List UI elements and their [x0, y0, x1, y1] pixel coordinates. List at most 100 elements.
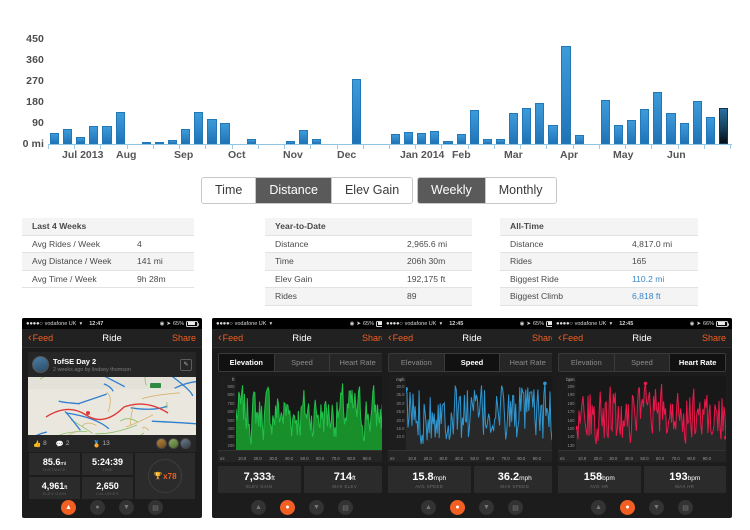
activity-icon[interactable]: ▲ [591, 500, 606, 515]
profile-icon[interactable]: ▤ [338, 500, 353, 515]
chart-bar[interactable] [194, 112, 204, 144]
profile-icon[interactable]: ▤ [148, 500, 163, 515]
chart-y-tick-label: 360 [26, 53, 44, 66]
chart-bar[interactable] [430, 131, 440, 144]
chart-bar[interactable] [574, 134, 584, 144]
chart-bar[interactable] [63, 128, 73, 144]
clock-label: 12:45 [449, 320, 464, 327]
chart-bar[interactable] [627, 120, 637, 144]
tab-elevation[interactable]: Elevation [559, 354, 615, 371]
participant-avatars[interactable] [156, 438, 191, 449]
chart-bar[interactable] [351, 78, 361, 144]
segment-time[interactable]: Time [202, 178, 257, 203]
graph-y-tick: 130 [567, 442, 575, 448]
chart-bar[interactable] [417, 133, 427, 144]
achievements-badge[interactable]: 🏆 x78 [134, 452, 196, 500]
phone-screenshot: ●●●●○ vodafone UK ▾ ◉ ➤ 65% ‹ Feed Ride … [212, 318, 392, 518]
profile-icon[interactable]: ▤ [678, 500, 693, 515]
record-icon[interactable]: ● [280, 500, 295, 515]
chart-bar[interactable] [705, 116, 715, 144]
chart-bar[interactable] [535, 103, 545, 144]
chart-bar[interactable] [220, 122, 230, 144]
tab-elevation[interactable]: Elevation [389, 354, 445, 371]
chart-bar[interactable] [548, 124, 558, 144]
stat-number: 4,961 [41, 481, 65, 491]
detail-graph[interactable]: ft 900 800 700 600 500 400 300 200 mi 10.0 20.0 30.… [218, 376, 386, 462]
achievement-count[interactable]: 🏅 13 [92, 440, 109, 448]
segment-distance[interactable]: Distance [256, 178, 332, 203]
back-to-feed-button[interactable]: ‹ Feed [558, 332, 583, 344]
chart-bar[interactable] [640, 109, 650, 144]
chart-bar[interactable] [49, 133, 60, 144]
chart-bar[interactable] [115, 112, 125, 144]
back-to-feed-button[interactable]: ‹ Feed [28, 332, 53, 344]
stats-row-value[interactable]: 110.2 mi [632, 274, 664, 284]
share-button[interactable]: Share [702, 333, 726, 343]
segment-weekly[interactable]: Weekly [418, 178, 486, 203]
segment-monthly[interactable]: Monthly [485, 178, 556, 203]
chart-y-tick-label: 0 mi [22, 138, 44, 150]
chart-bar[interactable] [692, 101, 702, 144]
share-button[interactable]: Share [172, 333, 196, 343]
profile-icon[interactable]: ▤ [508, 500, 523, 515]
chart-bar[interactable] [600, 99, 610, 144]
chart-bar[interactable] [390, 133, 401, 144]
chart-bar[interactable] [679, 122, 689, 144]
chart-bar[interactable] [76, 136, 86, 144]
graph-x-tick: 10.0 [238, 455, 247, 461]
record-icon[interactable]: ● [620, 500, 635, 515]
chart-bar[interactable] [718, 107, 729, 144]
tab-heart-rate[interactable]: Heart Rate [330, 354, 385, 371]
chart-bar[interactable] [299, 130, 309, 144]
record-icon[interactable]: ● [90, 500, 105, 515]
chart-bar[interactable] [89, 126, 99, 144]
chart-bar[interactable] [102, 126, 112, 144]
detail-graph[interactable]: bpm 200 190 180 170 160 150 140 130 mi 10.0 20.0 30… [558, 376, 726, 462]
chart-bar[interactable] [561, 46, 571, 144]
achievement-value: 13 [102, 440, 110, 447]
chart-bar[interactable] [666, 112, 676, 144]
kudos-count[interactable]: 👍 8 [33, 440, 47, 448]
stats-row-value[interactable]: 6,818 ft [632, 291, 661, 301]
graph-x-tick: 80.0 [347, 455, 356, 461]
chart-bar[interactable] [207, 118, 217, 144]
chart-bar[interactable] [522, 107, 532, 144]
chart-bar[interactable] [456, 133, 466, 144]
detail-graph[interactable]: mph 40.0 35.0 30.0 25.0 20.0 15.0 10.0 mi 10.0 20… [388, 376, 556, 462]
explore-icon[interactable]: ▼ [119, 500, 134, 515]
tab-heart-rate[interactable]: Heart Rate [670, 354, 725, 371]
route-map[interactable] [28, 377, 196, 435]
tab-speed[interactable]: Speed [615, 354, 671, 371]
chart-bar[interactable] [404, 131, 414, 144]
comment-count[interactable]: 💬 2 [56, 440, 70, 448]
graph-x-tick: 80.0 [687, 455, 696, 461]
tab-elevation[interactable]: Elevation [219, 354, 275, 371]
record-icon[interactable]: ● [450, 500, 465, 515]
explore-icon[interactable]: ▼ [309, 500, 324, 515]
activity-icon[interactable]: ▲ [61, 500, 76, 515]
chart-x-tick [730, 144, 731, 149]
battery-icon [716, 320, 729, 327]
back-to-feed-button[interactable]: ‹ Feed [388, 332, 413, 344]
stats-row-key: Distance [510, 238, 544, 249]
chart-x-tick [441, 144, 443, 149]
interval-segmented-control[interactable]: Weekly Monthly [417, 177, 557, 204]
chart-bar[interactable] [469, 109, 479, 144]
activity-card[interactable]: TofSE Day 2 2 weeks ago by lindsey thoms… [28, 352, 196, 452]
chart-bar[interactable] [613, 125, 624, 144]
chart-bar[interactable] [509, 112, 519, 144]
segment-elev-gain[interactable]: Elev Gain [331, 178, 413, 203]
tab-speed[interactable]: Speed [444, 354, 501, 371]
back-to-feed-button[interactable]: ‹ Feed [218, 332, 243, 344]
activity-icon[interactable]: ▲ [421, 500, 436, 515]
explore-icon[interactable]: ▼ [649, 500, 664, 515]
chart-bar[interactable] [181, 129, 191, 144]
chart-bar[interactable] [653, 92, 663, 144]
tab-heart-rate[interactable]: Heart Rate [500, 354, 555, 371]
activity-icon[interactable]: ▲ [251, 500, 266, 515]
metric-segmented-control[interactable]: Time Distance Elev Gain [201, 177, 414, 204]
edit-pencil-icon[interactable]: ✎ [180, 358, 192, 371]
explore-icon[interactable]: ▼ [479, 500, 494, 515]
graph-x-tick: 60.0 [656, 455, 665, 461]
tab-speed[interactable]: Speed [275, 354, 331, 371]
